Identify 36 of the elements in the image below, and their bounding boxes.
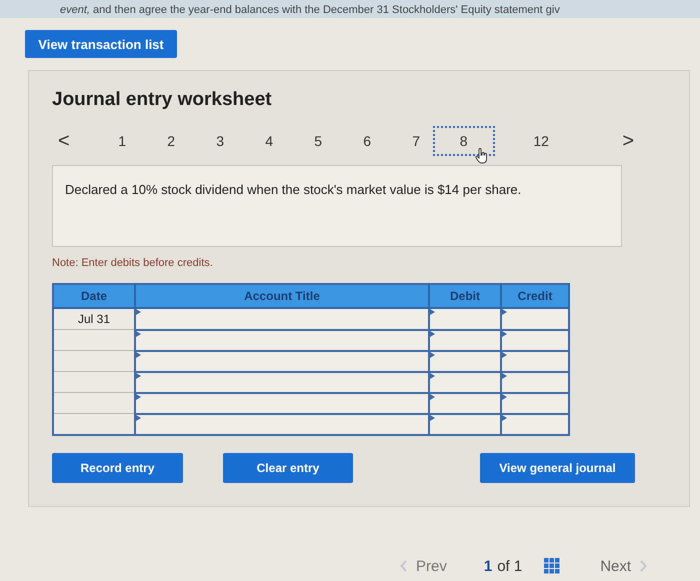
clear-entry-button[interactable]: Clear entry xyxy=(223,453,353,483)
column-header: Date xyxy=(53,284,135,308)
chevron-right-icon xyxy=(639,560,648,572)
worksheet-title: Journal entry worksheet xyxy=(52,89,273,111)
column-header: Debit xyxy=(429,284,501,308)
page-tab[interactable]: 2 xyxy=(146,126,196,156)
grid-icon[interactable] xyxy=(544,558,560,574)
input-field[interactable] xyxy=(429,308,501,330)
page-tab[interactable]: 6 xyxy=(342,126,392,156)
next-button[interactable]: Next xyxy=(600,558,648,574)
page-tab[interactable]: 1 xyxy=(98,126,147,156)
column-header: Account Title xyxy=(135,284,429,308)
input-field[interactable] xyxy=(135,308,429,330)
instruction-text: event, and then agree the year-end balances with the December 31 Stockholders' Equity statement giv xyxy=(60,3,560,18)
input-field[interactable] xyxy=(135,372,429,392)
record-entry-button[interactable]: Record entry xyxy=(52,453,183,483)
description-text: Declared a 10% stock dividend when the stock's market value is $14 per share. xyxy=(65,181,522,198)
page-total: of 1 xyxy=(497,558,522,574)
chevron-left-icon xyxy=(400,560,408,572)
prev-button[interactable]: Prev xyxy=(400,558,447,574)
page-tab[interactable]: 4 xyxy=(244,126,294,156)
input-field[interactable] xyxy=(501,308,569,330)
input-field[interactable] xyxy=(135,330,429,350)
view-general-journal-button[interactable]: View general journal xyxy=(480,453,635,483)
view-transaction-list-button[interactable]: View transaction list xyxy=(25,30,177,58)
page-tab[interactable]: 5 xyxy=(294,126,343,156)
input-field[interactable] xyxy=(135,350,429,372)
hand-cursor-icon xyxy=(474,148,489,164)
date-cell: Jul 31 xyxy=(53,308,135,330)
page-number: 1 xyxy=(484,558,492,574)
input-field[interactable] xyxy=(135,392,429,414)
input-field[interactable] xyxy=(135,414,429,435)
page-tab[interactable]: 3 xyxy=(196,126,245,156)
page-tab[interactable]: 12 xyxy=(516,126,566,156)
note-text: Note: Enter debits before credits. xyxy=(52,257,214,269)
column-header: Credit xyxy=(501,284,569,308)
